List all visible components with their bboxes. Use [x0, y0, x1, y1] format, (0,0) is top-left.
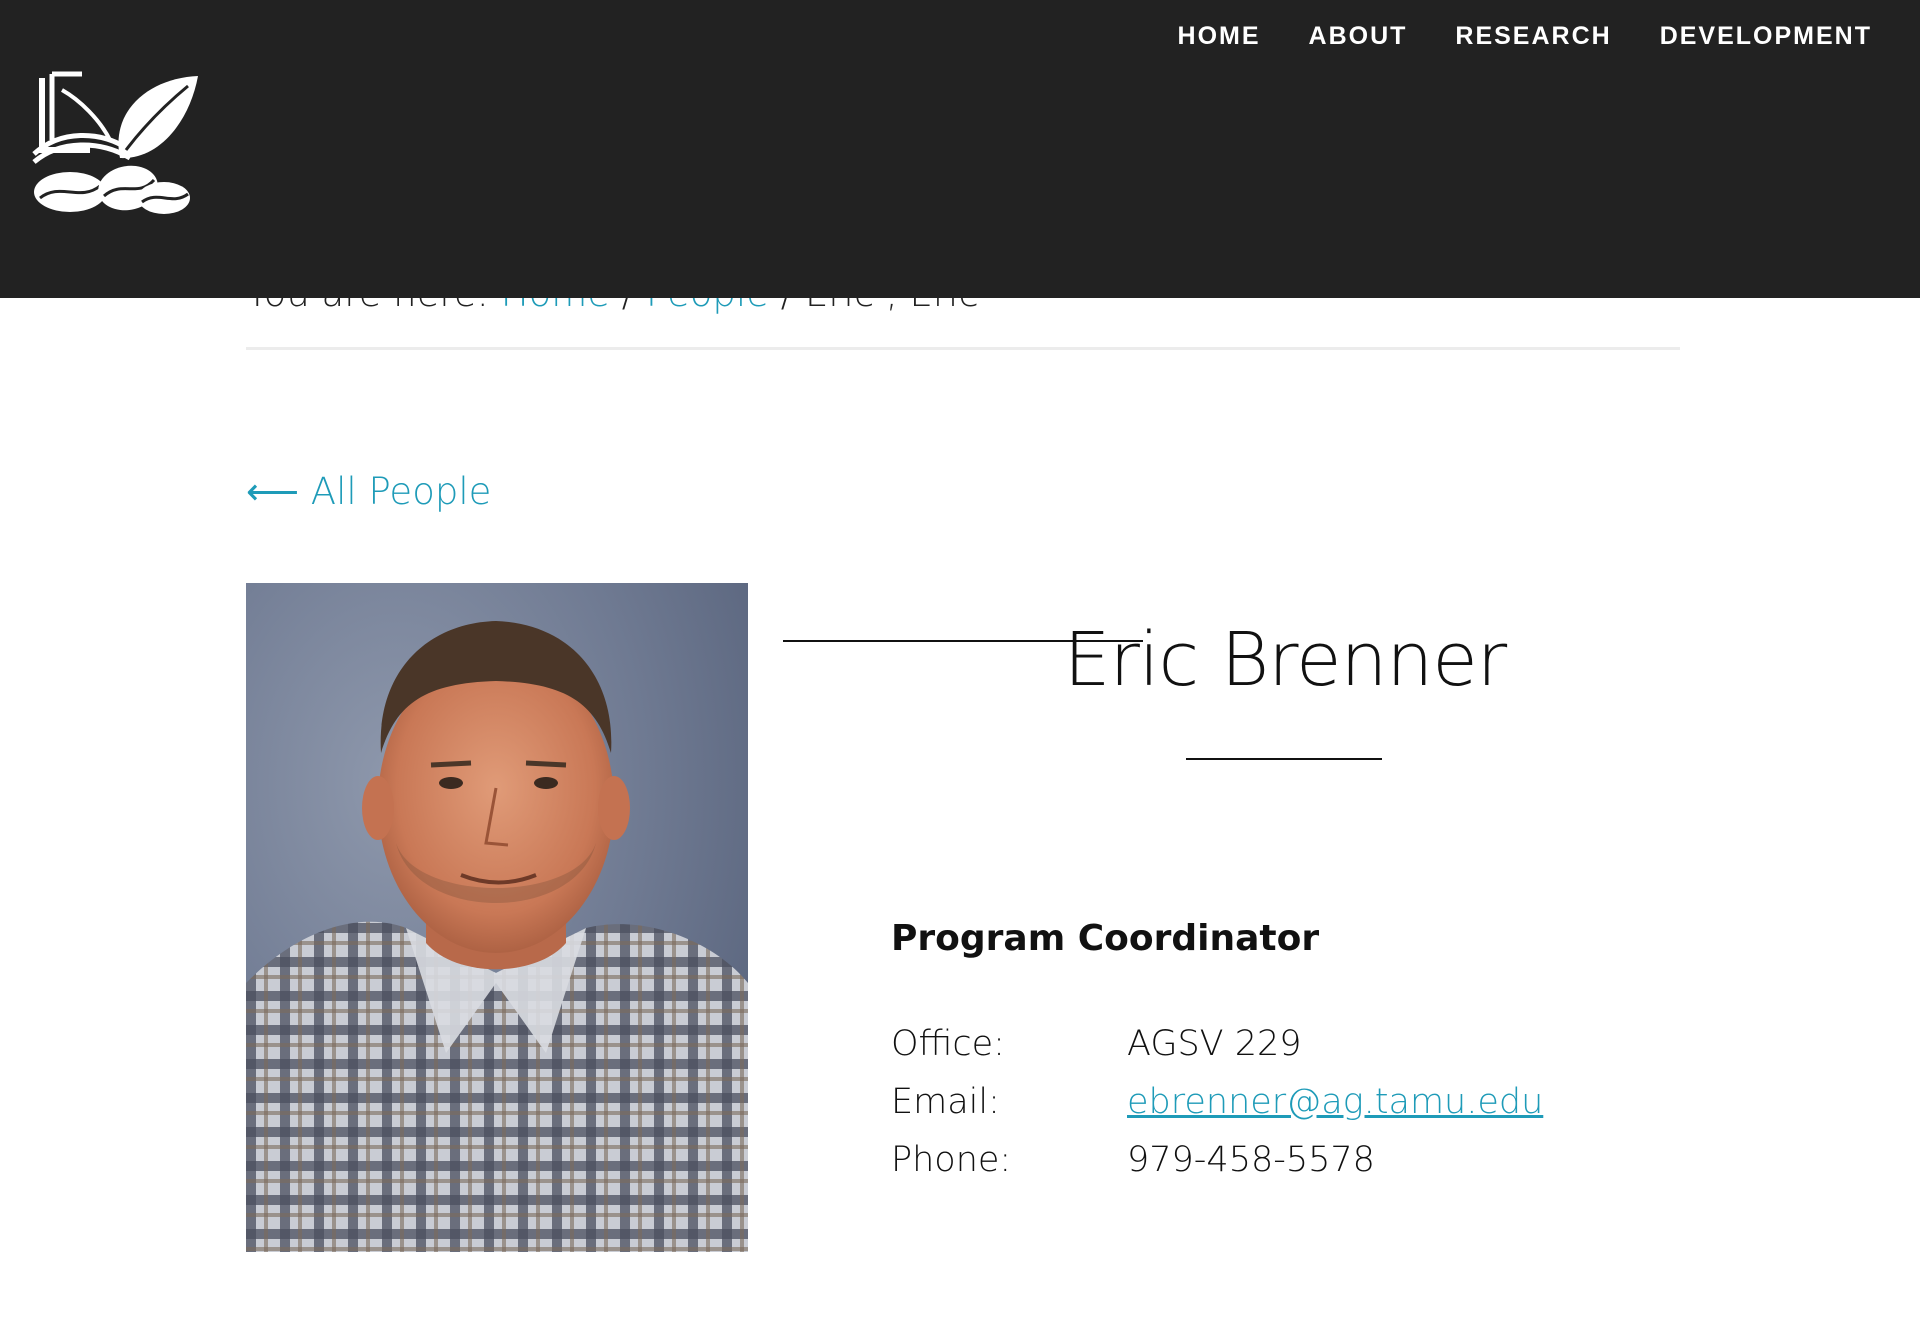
person-name: Eric Brenner: [1063, 617, 1507, 703]
email-value: ebrenner@ag.tamu.edu: [1127, 1082, 1543, 1122]
contact-info: Office: AGSV 229 Email: ebrenner@ag.tamu…: [891, 1015, 1543, 1189]
email-label: Email:: [891, 1082, 1000, 1122]
back-arrow-icon: ⟵: [246, 470, 300, 513]
office-label: Office:: [891, 1024, 1005, 1064]
nav-development[interactable]: DEVELOPMENT: [1660, 20, 1872, 52]
office-value: AGSV 229: [1127, 1024, 1302, 1064]
office-row: Office: AGSV 229: [891, 1015, 1543, 1073]
name-underline: [1186, 758, 1382, 760]
all-people-link[interactable]: ⟵ All People: [246, 470, 491, 513]
profile-photo: [246, 583, 748, 1252]
breadcrumb-divider: [246, 347, 1680, 350]
email-link[interactable]: ebrenner@ag.tamu.edu: [1127, 1082, 1543, 1122]
phone-label: Phone:: [891, 1140, 1012, 1180]
main-nav: HOME ABOUT RESEARCH DEVELOPMENT: [1178, 20, 1872, 52]
email-row: Email: ebrenner@ag.tamu.edu: [891, 1073, 1543, 1131]
person-portrait-image: [246, 621, 748, 1252]
nav-about[interactable]: ABOUT: [1309, 20, 1408, 52]
site-header: HOME ABOUT RESEARCH DEVELOPMENT: [0, 0, 1920, 298]
nav-research[interactable]: RESEARCH: [1455, 20, 1611, 52]
nav-home[interactable]: HOME: [1178, 20, 1261, 52]
leaf-book-beans-logo[interactable]: [30, 70, 200, 216]
all-people-label: All People: [299, 470, 492, 513]
person-title: Program Coordinator: [891, 918, 1320, 959]
phone-value: 979-458-5578: [1127, 1140, 1375, 1180]
phone-row: Phone: 979-458-5578: [891, 1131, 1543, 1189]
